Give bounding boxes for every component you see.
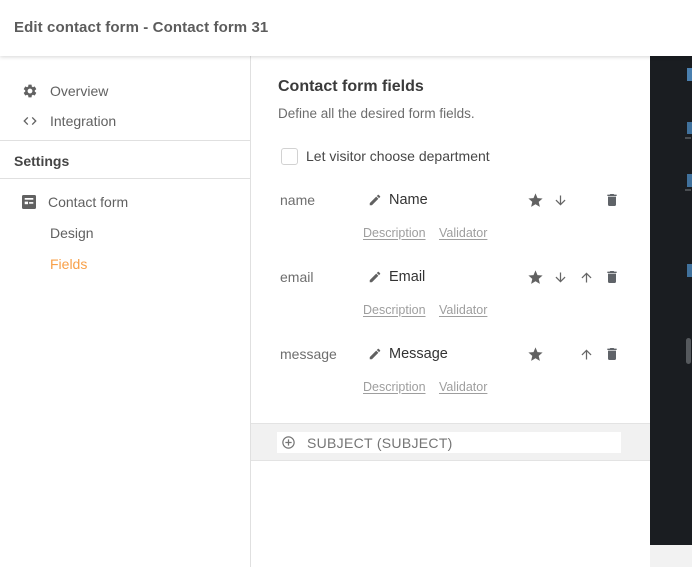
description-link[interactable]: Description: [363, 380, 426, 394]
validator-link[interactable]: Validator: [439, 226, 487, 240]
edit-field-message[interactable]: Message: [368, 344, 448, 364]
choose-department-label: Let visitor choose department: [306, 148, 490, 164]
clipped-icon: [687, 174, 692, 187]
field-key: name: [280, 192, 316, 208]
field-label: Message: [389, 346, 448, 362]
move-down-icon[interactable]: [552, 190, 569, 210]
panel-subtitle: Define all the desired form fields.: [278, 106, 475, 121]
clipped-icon: [687, 68, 692, 81]
edit-field-name[interactable]: Name: [368, 190, 428, 210]
move-up-icon[interactable]: [578, 344, 595, 364]
field-links-email: Description Validator: [363, 301, 487, 317]
edit-field-email[interactable]: Email: [368, 267, 425, 287]
move-up-icon[interactable]: [578, 267, 595, 287]
dialog-sidebar: Overview Integration Settings Contact fo…: [0, 56, 251, 567]
field-links-message: Description Validator: [363, 378, 487, 394]
pencil-icon: [368, 347, 382, 361]
description-link[interactable]: Description: [363, 303, 426, 317]
sidebar-item-fields[interactable]: Fields: [0, 249, 250, 279]
sidebar-item-contact-form[interactable]: Contact form: [0, 187, 250, 217]
delete-icon[interactable]: [603, 344, 620, 364]
clipped-text: [685, 137, 691, 139]
edit-contact-form-dialog: Edit contact form - Contact form 31 Over…: [0, 0, 692, 567]
scrollbar-thumb[interactable]: [686, 338, 691, 364]
form-icon: [22, 195, 36, 209]
contact-form-fields-panel: Contact form fields Define all the desir…: [251, 56, 650, 567]
star-icon[interactable]: [527, 267, 544, 287]
add-field-band: SUBJECT (SUBJECT): [251, 423, 650, 461]
sidebar-divider: [0, 178, 250, 179]
field-links-name: Description Validator: [363, 224, 487, 240]
delete-icon[interactable]: [603, 190, 620, 210]
field-row-message: message Message: [251, 344, 650, 364]
field-row-email: email Email: [251, 267, 650, 287]
choose-department-row: Let visitor choose department: [281, 147, 490, 165]
sidebar-divider: [0, 140, 250, 141]
add-field-subject-row[interactable]: SUBJECT (SUBJECT): [277, 432, 621, 453]
panel-title: Contact form fields: [278, 78, 424, 95]
sidebar-section-settings: Settings: [14, 153, 70, 169]
field-key: email: [280, 269, 314, 285]
background-page-corner: [650, 545, 692, 567]
sidebar-item-integration[interactable]: Integration: [0, 106, 250, 136]
sidebar-item-label: Contact form: [48, 194, 129, 210]
description-link[interactable]: Description: [363, 226, 426, 240]
sidebar-item-label: Fields: [50, 256, 88, 272]
delete-icon[interactable]: [603, 267, 620, 287]
move-down-icon[interactable]: [552, 267, 569, 287]
clipped-icon: [687, 122, 692, 134]
sidebar-item-design[interactable]: Design: [0, 218, 250, 248]
gear-icon: [22, 83, 38, 99]
clipped-text: [685, 189, 691, 191]
pencil-icon: [368, 193, 382, 207]
sidebar-item-label: Design: [50, 225, 94, 241]
sidebar-item-label: Overview: [50, 83, 109, 99]
clipped-icon: [687, 264, 692, 277]
validator-link[interactable]: Validator: [439, 380, 487, 394]
dialog-title: Edit contact form - Contact form 31: [14, 19, 269, 36]
pencil-icon: [368, 270, 382, 284]
star-icon[interactable]: [527, 190, 544, 210]
star-icon[interactable]: [527, 344, 544, 364]
field-key: message: [280, 346, 337, 362]
sidebar-item-overview[interactable]: Overview: [0, 76, 250, 106]
choose-department-checkbox[interactable]: [281, 147, 298, 165]
field-row-name: name Name: [251, 190, 650, 210]
field-label: Name: [389, 192, 428, 208]
plus-circle-icon: [281, 435, 296, 450]
code-icon: [22, 113, 38, 129]
field-label: Email: [389, 269, 426, 285]
sidebar-item-label: Integration: [50, 113, 117, 129]
add-field-label: SUBJECT (SUBJECT): [307, 434, 453, 451]
validator-link[interactable]: Validator: [439, 303, 487, 317]
dialog-header: Edit contact form - Contact form 31: [0, 0, 692, 56]
background-page-strip: [650, 56, 692, 545]
